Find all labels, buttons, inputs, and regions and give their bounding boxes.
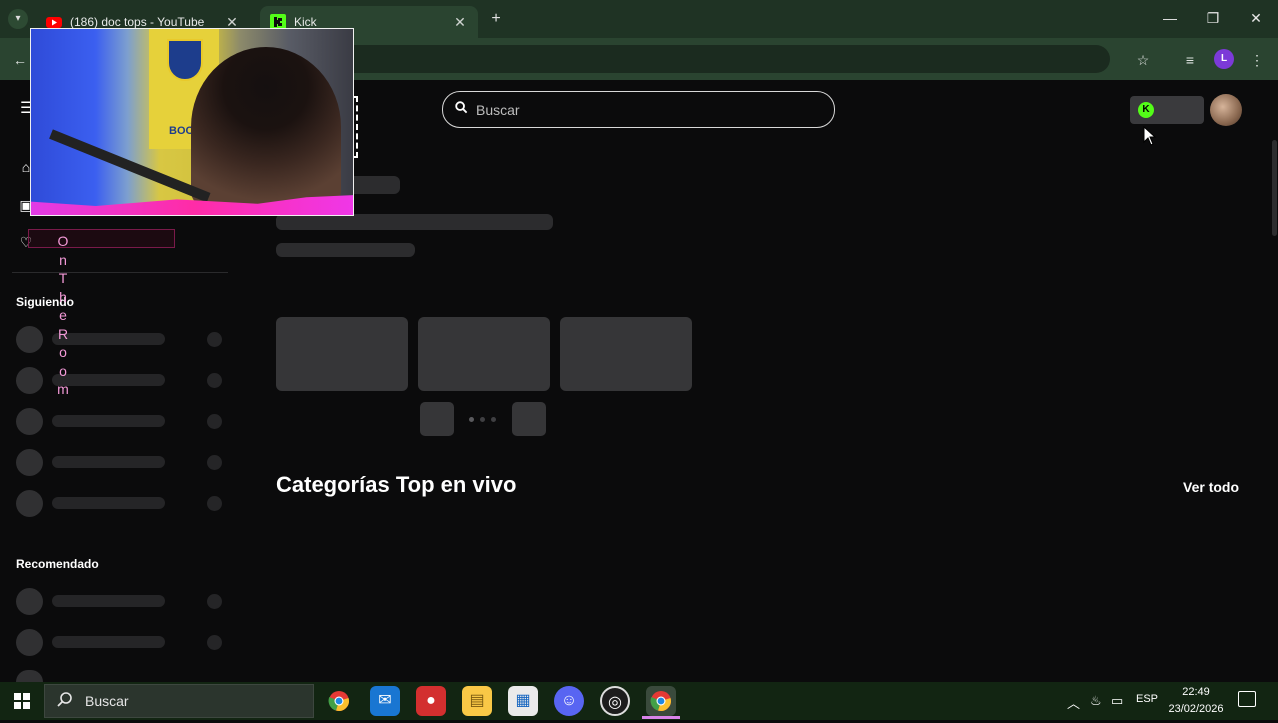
red-app-icon[interactable]: ● — [416, 686, 446, 716]
section-title: Categorías Top en vivo — [276, 472, 517, 497]
clock-time[interactable]: 22:49 — [1182, 686, 1210, 698]
clock-date[interactable]: 23/02/2026 — [1167, 703, 1225, 715]
carousel-prev-skeleton[interactable] — [420, 402, 454, 436]
recommended-heading: Recomendado — [16, 557, 99, 571]
carousel-dot[interactable] — [480, 417, 485, 422]
steam-icon[interactable]: ♨ — [1090, 693, 1102, 709]
team-crest-logo — [167, 39, 203, 81]
streamer-video — [191, 47, 341, 207]
following-avatar-skeleton — [16, 326, 43, 353]
following-avatar-skeleton — [16, 408, 43, 435]
active-app-indicator — [642, 716, 680, 719]
tab-search-button[interactable]: ▾ — [8, 9, 28, 29]
restore-icon[interactable]: ❐ — [1203, 8, 1223, 28]
media-controls-icon[interactable]: ≡ — [1179, 49, 1201, 71]
viewer-count-skeleton — [207, 373, 222, 388]
minimize-icon[interactable]: — — [1160, 8, 1180, 28]
following-name-skeleton — [52, 415, 165, 427]
tab-title: (186) doc tops - YouTube — [70, 15, 205, 29]
carousel-dot[interactable] — [491, 417, 496, 422]
taskbar-search[interactable]: Buscar — [44, 684, 314, 718]
page-scrollbar[interactable] — [1272, 140, 1277, 236]
featured-card-skeleton[interactable] — [560, 317, 692, 391]
tray-chevron-icon[interactable]: ︿ — [1067, 693, 1080, 712]
carousel-dot[interactable] — [469, 417, 474, 422]
mouse-cursor-icon — [1143, 126, 1157, 146]
viewer-count-skeleton — [207, 414, 222, 429]
taskbar-search-label: Buscar — [85, 693, 129, 709]
search-icon — [455, 100, 468, 119]
recommended-avatar-skeleton — [16, 629, 43, 656]
new-tab-button[interactable]: + — [486, 9, 506, 29]
viewer-count-skeleton — [207, 496, 222, 511]
featured-card-skeleton[interactable] — [418, 317, 550, 391]
search-input[interactable] — [476, 101, 816, 118]
streamer-name-overlay: OnTheRoom — [57, 233, 69, 397]
close-window-icon[interactable]: ✕ — [1246, 8, 1266, 28]
following-name-skeleton — [52, 497, 165, 509]
featured-card-skeleton[interactable] — [276, 317, 408, 391]
user-avatar[interactable] — [1210, 94, 1242, 126]
viewer-count-skeleton — [207, 635, 222, 650]
recommended-name-skeleton — [52, 595, 165, 607]
search-icon — [57, 691, 73, 712]
carousel-next-skeleton[interactable] — [512, 402, 546, 436]
windows-start-icon[interactable] — [0, 682, 44, 720]
back-arrow-icon[interactable]: ← — [9, 49, 31, 71]
network-icon[interactable]: ▭ — [1111, 693, 1123, 709]
profile-avatar[interactable]: L — [1214, 49, 1234, 69]
following-name-skeleton — [52, 456, 165, 468]
recommended-name-skeleton — [52, 636, 165, 648]
recommended-avatar-skeleton — [16, 588, 43, 615]
webcam-overlay: BOCA — [30, 28, 354, 216]
viewer-count-skeleton — [207, 455, 222, 470]
star-icon[interactable]: ☆ — [1132, 49, 1154, 71]
following-avatar-skeleton — [16, 367, 43, 394]
store-icon[interactable]: ▦ — [508, 686, 538, 716]
view-all-link[interactable]: Ver todo — [1183, 479, 1239, 495]
tab-title: Kick — [294, 15, 317, 29]
sidebar-divider — [12, 272, 228, 273]
search-bar[interactable] — [442, 91, 835, 128]
obs-icon[interactable]: ◎ — [600, 686, 630, 716]
mail-icon[interactable]: ✉ — [370, 686, 400, 716]
viewer-count-skeleton — [207, 594, 222, 609]
file-explorer-icon[interactable]: ▤ — [462, 686, 492, 716]
kick-coin-icon: K — [1138, 102, 1154, 118]
chrome-active-icon[interactable] — [646, 686, 676, 716]
chrome-icon[interactable] — [324, 686, 354, 716]
menu-kebab-icon[interactable]: ⋮ — [1246, 49, 1268, 71]
overlay-name-box — [28, 229, 175, 248]
hero-skeleton-line — [276, 243, 415, 257]
following-avatar-skeleton — [16, 449, 43, 476]
viewer-count-skeleton — [207, 332, 222, 347]
discord-icon[interactable]: ☺ — [554, 686, 584, 716]
language-indicator[interactable]: ESP — [1136, 693, 1158, 705]
notifications-icon[interactable] — [1238, 691, 1256, 707]
following-avatar-skeleton — [16, 490, 43, 517]
close-tab-icon[interactable]: ✕ — [452, 14, 468, 31]
hero-skeleton-line — [276, 214, 553, 230]
